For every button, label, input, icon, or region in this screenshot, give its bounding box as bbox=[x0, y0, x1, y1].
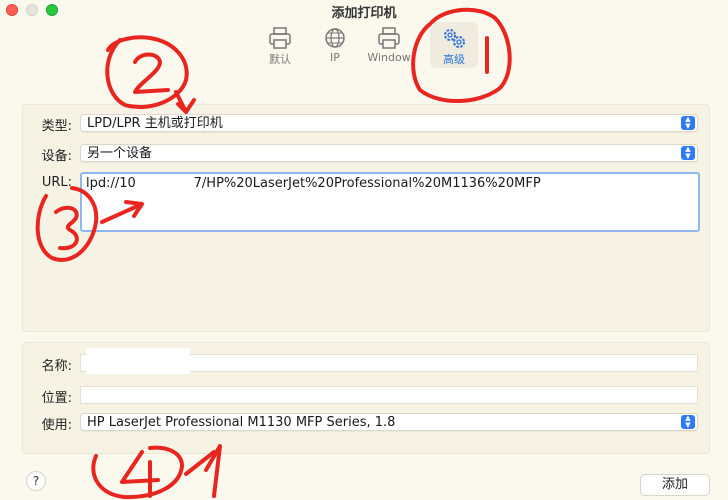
help-button[interactable]: ? bbox=[26, 471, 46, 491]
annotation-digit-2 bbox=[133, 52, 170, 94]
select-arrows-icon: ▲ ▼ bbox=[681, 146, 695, 160]
annotation-digit-4 bbox=[120, 450, 160, 498]
tab-ip-label: IP bbox=[330, 51, 340, 64]
tab-advanced-label: 高级 bbox=[443, 53, 465, 66]
redacted-name bbox=[86, 348, 190, 374]
tab-windows[interactable]: Window bbox=[366, 24, 412, 72]
device-select[interactable]: 另一个设备 ▲ ▼ bbox=[80, 144, 698, 162]
printer-icon bbox=[269, 27, 291, 49]
location-input[interactable] bbox=[80, 386, 698, 404]
annotation-slash-1 bbox=[184, 450, 216, 476]
tab-windows-label: Window bbox=[367, 51, 411, 64]
redacted-ip bbox=[138, 176, 188, 190]
name-label: 名称: bbox=[41, 359, 72, 374]
type-select-value: LPD/LPR 主机或打印机 bbox=[87, 116, 223, 131]
window-title: 添加打印机 bbox=[331, 6, 397, 21]
select-arrows-icon: ▲ ▼ bbox=[681, 415, 695, 429]
url-label: URL: bbox=[41, 175, 72, 190]
use-label: 使用: bbox=[41, 418, 72, 433]
type-select[interactable]: LPD/LPR 主机或打印机 ▲ ▼ bbox=[80, 114, 698, 132]
tab-default-label: 默认 bbox=[269, 53, 291, 66]
globe-icon bbox=[325, 28, 345, 48]
device-select-value: 另一个设备 bbox=[87, 146, 153, 161]
tab-advanced[interactable]: 高级 bbox=[430, 22, 478, 72]
type-label: 类型: bbox=[41, 119, 72, 134]
location-label: 位置: bbox=[41, 391, 72, 406]
add-button[interactable]: 添加 bbox=[640, 474, 710, 496]
title-bar: 添加打印机 bbox=[0, 0, 728, 22]
annotation-circle-4 bbox=[91, 445, 184, 500]
annotation-circle-2 bbox=[105, 35, 189, 109]
select-arrows-icon: ▲ ▼ bbox=[681, 116, 695, 130]
driver-select[interactable]: HP LaserJet Professional M1130 MFP Serie… bbox=[80, 413, 698, 431]
tab-ip[interactable]: IP bbox=[320, 24, 350, 72]
gears-icon bbox=[444, 29, 465, 48]
driver-select-value: HP LaserJet Professional M1130 MFP Serie… bbox=[87, 415, 396, 430]
device-label: 设备: bbox=[41, 149, 72, 164]
tab-default[interactable]: 默认 bbox=[264, 24, 296, 72]
printer-icon bbox=[378, 27, 400, 49]
